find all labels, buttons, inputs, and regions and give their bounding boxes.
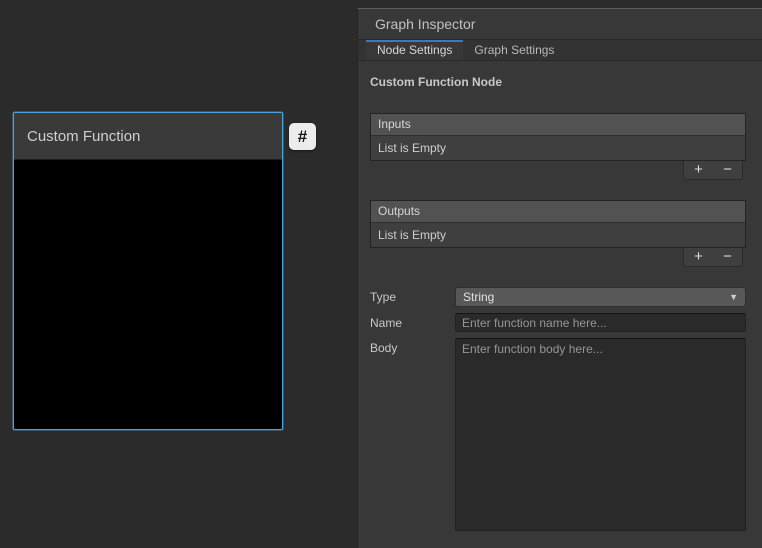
outputs-list-box: Outputs List is Empty bbox=[370, 200, 746, 248]
type-dropdown-value: String bbox=[463, 290, 494, 304]
chevron-down-icon: ▼ bbox=[729, 292, 738, 302]
name-label: Name bbox=[370, 313, 455, 330]
tab-graph-settings[interactable]: Graph Settings bbox=[463, 40, 565, 60]
outputs-footer-buttons: + − bbox=[683, 248, 743, 267]
type-label: Type bbox=[370, 287, 455, 304]
type-field-row: Type String ▼ bbox=[370, 287, 746, 307]
graph-inspector-header[interactable]: Graph Inspector bbox=[358, 9, 762, 40]
inputs-list: Inputs List is Empty + − bbox=[370, 113, 746, 180]
graph-inspector-panel: Graph Inspector Node Settings Graph Sett… bbox=[357, 8, 762, 548]
body-field-row: Body bbox=[370, 338, 746, 531]
outputs-empty-row: List is Empty bbox=[371, 222, 745, 247]
outputs-list-header: Outputs bbox=[371, 201, 745, 222]
body-label: Body bbox=[370, 338, 455, 355]
graph-inspector-title: Graph Inspector bbox=[375, 16, 475, 32]
type-dropdown[interactable]: String ▼ bbox=[455, 287, 746, 307]
inputs-add-button[interactable]: + bbox=[684, 161, 713, 179]
tab-node-settings[interactable]: Node Settings bbox=[366, 40, 463, 60]
outputs-remove-button[interactable]: − bbox=[713, 248, 742, 266]
function-name-input[interactable] bbox=[455, 313, 746, 332]
outputs-list-footer: + − bbox=[370, 248, 746, 267]
section-title: Custom Function Node bbox=[370, 75, 746, 89]
inputs-empty-row: List is Empty bbox=[371, 135, 745, 160]
inspector-content: Custom Function Node Inputs List is Empt… bbox=[358, 61, 762, 531]
inputs-list-header: Inputs bbox=[371, 114, 745, 135]
node-hash-badge-icon[interactable]: # bbox=[289, 123, 316, 150]
function-body-textarea[interactable] bbox=[455, 338, 746, 531]
inspector-tabbar: Node Settings Graph Settings bbox=[358, 40, 762, 61]
node-title[interactable]: Custom Function bbox=[14, 113, 282, 160]
inputs-list-box: Inputs List is Empty bbox=[370, 113, 746, 161]
name-field-row: Name bbox=[370, 313, 746, 332]
outputs-add-button[interactable]: + bbox=[684, 248, 713, 266]
inputs-remove-button[interactable]: − bbox=[713, 161, 742, 179]
custom-function-node[interactable]: Custom Function bbox=[13, 112, 283, 430]
inputs-list-footer: + − bbox=[370, 161, 746, 180]
outputs-list: Outputs List is Empty + − bbox=[370, 200, 746, 267]
inputs-footer-buttons: + − bbox=[683, 161, 743, 180]
